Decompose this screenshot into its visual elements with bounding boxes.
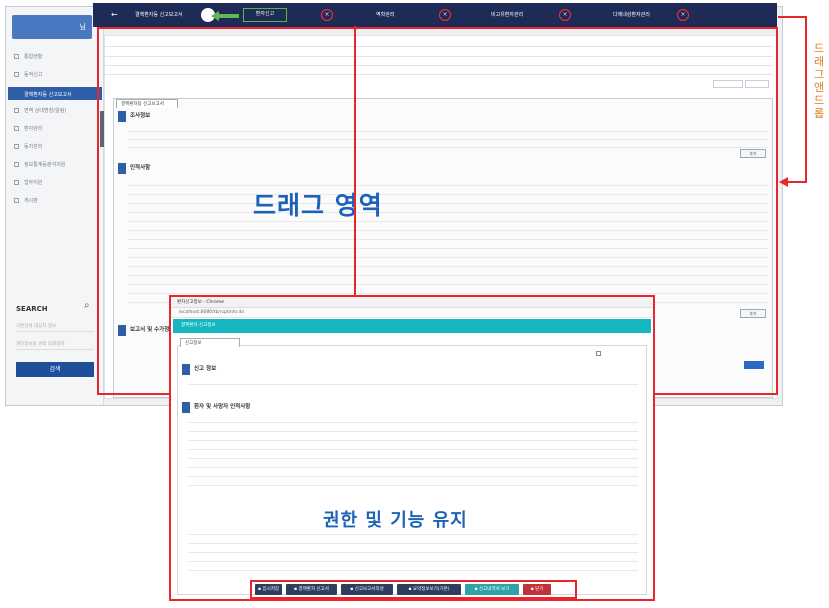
tb-report-button[interactable]: 결핵환자 신고서 [286,584,337,595]
popup-section-patient: 환자 및 사망자 인적사항 [182,402,642,413]
search-title: SEARCH [16,305,48,313]
keep-power-label: 권한 및 기능 유지 [323,510,468,531]
search-field-personal[interactable]: 개인정보등 검색 조회결과 [16,341,94,350]
people-icon [14,144,19,149]
field-row [188,470,638,477]
field-row [188,461,638,468]
board-icon [14,198,19,203]
chart-icon [14,162,19,167]
arrow-shaft [217,14,239,18]
close-icon[interactable]: × [439,9,451,21]
field-row [188,537,638,544]
sidebar-item-patient[interactable]: 환자관리 [14,125,42,132]
popup-panel: 신고정보 신고 정보 환자 및 사망자 인적사항 권한 및 기능 유지 [177,338,647,595]
sidebar-item-status[interactable]: 통합현황 [14,53,42,60]
document-icon [14,72,19,77]
connector-line [354,26,356,298]
field-row [188,546,638,553]
summary-view-button[interactable]: 요약정보보기(기본) [397,584,461,595]
popup-window: 환자신고정보 - Chrome localhost:8080/tb/rcptin… [169,295,655,601]
report-detail-button[interactable]: 신고내역서 보기 [465,584,519,595]
connector-line [778,16,806,18]
field-row [188,452,638,459]
popup-panel-tab[interactable]: 신고정보 [180,338,240,347]
tools-icon [14,180,19,185]
search-field-target[interactable]: 기본검색 대상자 정보 [16,323,94,332]
close-icon[interactable]: × [559,9,571,21]
field-row [188,378,638,385]
popup-url: localhost:8080/tb/rcptinfo.do [171,308,653,318]
field-row [188,425,638,432]
sidebar-item-tb-report[interactable]: 결핵환자등 신고보고서 [8,87,102,100]
field-row [188,416,638,423]
tab-epidemiology[interactable]: 역학관리 [376,3,394,27]
checkbox[interactable] [596,351,601,356]
connector-line [805,16,807,182]
close-button[interactable]: 닫기 [523,584,551,595]
user-name-suffix: 님 [79,23,86,31]
logo: 님 [12,15,92,39]
popup-section-report: 신고 정보 [182,364,642,375]
popup-header-bar: 결핵환자 신고정보 [173,319,651,333]
field-row [188,555,638,562]
sidebar-item-contacts[interactable]: 동지관리 [14,143,42,150]
sidebar: 님 통합현황 동적신고 결핵환자등 신고보고서 면역 상대명칭(알림) 환자관리… [6,7,104,405]
field-row [188,434,638,441]
tab-patient-report[interactable]: 환자신고 [243,8,287,22]
tab-tb-report[interactable]: 결핵환자등 신고보고서 [135,3,183,27]
person-icon [14,126,19,131]
close-icon[interactable]: × [677,9,689,21]
back-arrow-icon[interactable]: ← [111,3,118,27]
tab-non-unique-patient[interactable]: 비고유환자관리 [491,3,523,27]
sidebar-item-analysis[interactable]: 정보통계등분석지원 [14,161,65,168]
write-report-button[interactable]: 신고보고서작성 [341,584,393,595]
field-row [188,443,638,450]
search-settings-icon[interactable]: ⌕ [84,300,90,311]
sidebar-item-board[interactable]: 게시판 [14,197,38,204]
sidebar-item-report[interactable]: 동적신고 [14,71,42,78]
top-tab-bar: ← 결핵환자등 신고보고서 환자신고 × 역학관리 × 비고유환자관리 × 다제… [93,3,777,27]
tab-mdr-patient[interactable]: 다제내성환자관리 [613,3,650,27]
field-row [188,564,638,571]
search-button[interactable]: 검색 [16,362,94,377]
field-row [188,479,638,486]
sidebar-item-immunity[interactable]: 면역 상대명칭(알림) [14,107,66,114]
close-icon[interactable]: × [321,9,333,21]
grid-icon [14,54,19,59]
sidebar-item-support[interactable]: 업무지원 [14,179,42,186]
temp-save-button[interactable]: 임시저장 [255,584,282,595]
shield-icon [14,108,19,113]
popup-title: 환자신고정보 - Chrome [171,297,653,308]
arrow-left-icon [779,177,788,187]
drag-area-label: 드래그 영역 [253,191,383,220]
side-caption: 드래그앤드롭 [814,42,825,120]
